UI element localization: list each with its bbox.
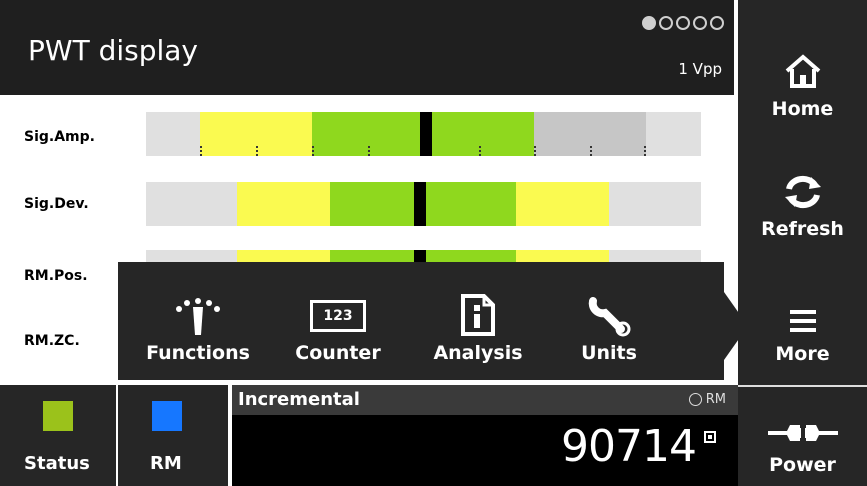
bar-tick bbox=[256, 146, 260, 156]
bar-tick bbox=[200, 146, 204, 156]
power-plug-icon bbox=[767, 421, 838, 450]
status-label: Status bbox=[24, 453, 90, 474]
rm-indicator-circle-icon bbox=[688, 393, 702, 406]
home-label: Home bbox=[771, 98, 834, 120]
units-button[interactable]: Units bbox=[564, 262, 654, 380]
refresh-label: Refresh bbox=[761, 218, 844, 240]
count-value: 90714 bbox=[561, 421, 697, 472]
status-color-swatch bbox=[43, 401, 73, 431]
more-menu-popup: Functions 123 Counter Analysis Units bbox=[118, 262, 724, 380]
more-button[interactable]: More bbox=[738, 250, 867, 375]
refresh-icon bbox=[783, 175, 823, 214]
bar-segment-yellow bbox=[516, 250, 609, 262]
bar-segment-yellow bbox=[516, 182, 609, 226]
signal-bar-sig-amp bbox=[146, 112, 701, 156]
functions-label: Functions bbox=[146, 342, 250, 364]
counter-icon: 123 bbox=[310, 300, 366, 332]
bar-tick bbox=[590, 146, 594, 156]
gauge-icon bbox=[170, 297, 226, 342]
bar-tick bbox=[644, 146, 648, 156]
page-dot-1 bbox=[642, 16, 656, 30]
status-button[interactable]: Status bbox=[0, 385, 116, 486]
home-button[interactable]: Home bbox=[738, 0, 867, 130]
mode-label: Incremental bbox=[238, 389, 360, 410]
analysis-label: Analysis bbox=[433, 342, 523, 364]
signal-type-label: 1 Vpp bbox=[678, 60, 722, 78]
counter-label: Counter bbox=[295, 342, 381, 364]
bar-segment-yellow bbox=[237, 250, 330, 262]
square-unit-icon bbox=[704, 431, 716, 443]
value-marker bbox=[414, 182, 426, 226]
refresh-button[interactable]: Refresh bbox=[738, 130, 867, 250]
value-marker bbox=[420, 112, 432, 156]
document-info-icon bbox=[460, 293, 496, 342]
bar-tick bbox=[312, 146, 316, 156]
rm-label: RM bbox=[150, 453, 182, 474]
home-icon bbox=[783, 53, 823, 94]
menu-icon bbox=[789, 308, 816, 339]
value-marker bbox=[414, 250, 426, 262]
bar-tick bbox=[479, 146, 483, 156]
page-dot-2 bbox=[659, 16, 673, 30]
header-bar: PWT display 1 Vpp bbox=[0, 0, 738, 95]
more-label: More bbox=[775, 343, 830, 365]
rm-button[interactable]: RM bbox=[118, 385, 228, 486]
page-title: PWT display bbox=[28, 34, 198, 67]
units-label: Units bbox=[581, 342, 637, 364]
signal-label-sig-dev: Sig.Dev. bbox=[24, 196, 89, 212]
signal-label-rm-zc: RM.ZC. bbox=[24, 333, 80, 349]
counter-display: 90714 bbox=[232, 415, 738, 486]
rm-indicator: RM bbox=[688, 392, 726, 407]
page-dot-3 bbox=[676, 16, 690, 30]
page-dot-4 bbox=[693, 16, 707, 30]
page-indicator bbox=[642, 16, 724, 30]
counter-button[interactable]: 123 Counter bbox=[288, 262, 388, 380]
analysis-button[interactable]: Analysis bbox=[428, 262, 528, 380]
wrench-icon bbox=[587, 293, 631, 342]
signal-bar-rm-pos bbox=[146, 250, 701, 262]
power-label: Power bbox=[769, 454, 836, 476]
bar-segment-yellow bbox=[237, 182, 330, 226]
power-button[interactable]: Power bbox=[738, 385, 867, 486]
app-window: PWT display 1 Vpp Sig.Amp. Sig.Dev. RM.P… bbox=[0, 0, 867, 486]
signal-label-rm-pos: RM.Pos. bbox=[24, 268, 88, 284]
side-navigation: Home Refresh More Power bbox=[738, 0, 867, 486]
bar-tick bbox=[368, 146, 372, 156]
counter-header: Incremental RM bbox=[232, 385, 738, 415]
signal-label-sig-amp: Sig.Amp. bbox=[24, 129, 95, 145]
functions-button[interactable]: Functions bbox=[144, 262, 252, 380]
page-dot-5 bbox=[710, 16, 724, 30]
rm-color-swatch bbox=[152, 401, 182, 431]
bar-tick bbox=[534, 146, 538, 156]
signal-bar-sig-dev bbox=[146, 182, 701, 226]
